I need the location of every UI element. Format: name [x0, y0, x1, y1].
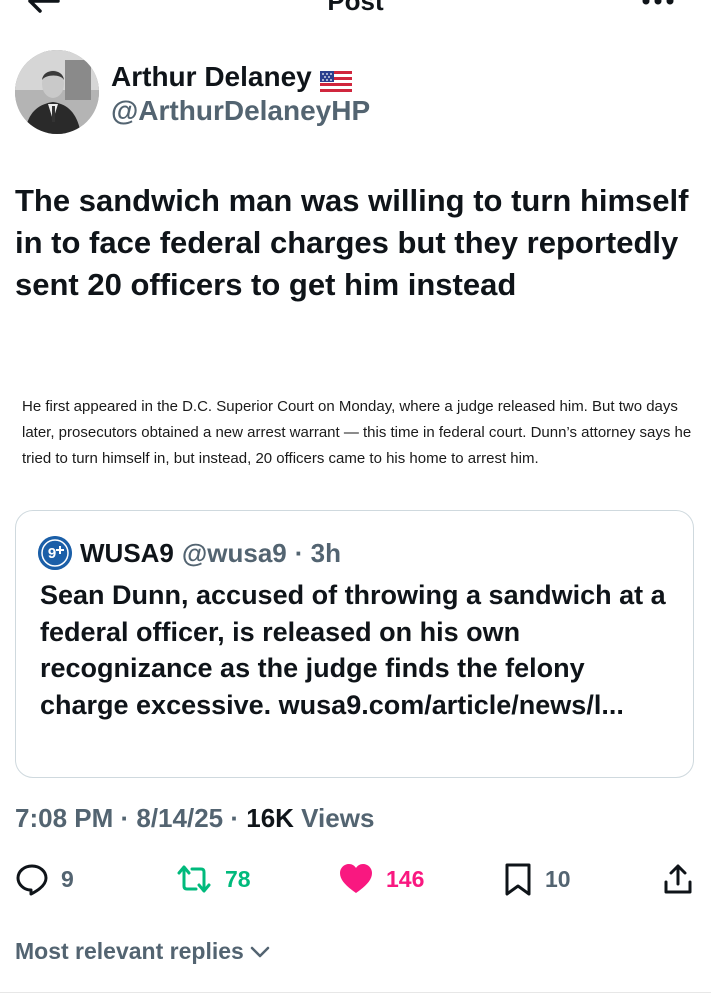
top-bar: Post: [0, 0, 711, 20]
author-name[interactable]: Arthur Delaney: [111, 61, 352, 93]
quoted-author-handle: @wusa9: [181, 537, 287, 568]
views-label[interactable]: Views: [294, 803, 374, 833]
repost-button[interactable]: 78: [175, 860, 251, 898]
quoted-post-text: Sean Dunn, accused of throwing a sandwic…: [40, 580, 666, 720]
post-date: 8/14/25: [136, 803, 224, 833]
meta-separator: ·: [113, 803, 137, 833]
like-count: 146: [386, 865, 425, 892]
share-icon[interactable]: [662, 862, 694, 896]
attached-text-image[interactable]: He first appeared in the D.C. Superior C…: [22, 394, 698, 472]
author-name-text[interactable]: Arthur Delaney: [111, 61, 312, 93]
chevron-down-icon[interactable]: [250, 938, 270, 965]
share-button[interactable]: [662, 860, 694, 898]
views-count[interactable]: 16K: [246, 803, 294, 833]
us-flag-icon: [319, 67, 352, 92]
bookmark-button[interactable]: 10: [503, 860, 571, 898]
reply-count: 9: [61, 865, 74, 892]
bookmark-count: 10: [545, 865, 571, 892]
divider: [0, 992, 711, 993]
page-title: Post: [327, 0, 384, 16]
bookmark-icon[interactable]: [503, 862, 533, 896]
like-button[interactable]: 146: [338, 860, 424, 898]
author-handle[interactable]: @ArthurDelaneyHP: [111, 95, 370, 127]
post-page: Post Arthur Delaney @ArthurDelaneyHP The…: [0, 0, 711, 1000]
reply-icon[interactable]: [15, 862, 49, 896]
repost-icon[interactable]: [175, 862, 213, 896]
post-meta: 7:08 PM · 8/14/25 · 16K Views: [15, 802, 374, 834]
reply-button[interactable]: 9: [15, 860, 74, 898]
action-bar: 9 78 146 10: [0, 860, 711, 900]
replies-sort-dropdown[interactable]: Most relevant replies: [15, 934, 270, 968]
repost-count: 78: [225, 865, 251, 892]
more-dots-icon[interactable]: [641, 0, 675, 6]
avatar[interactable]: [15, 50, 99, 134]
quoted-post[interactable]: 9 WUSA9 @wusa9 · 3h Sean Dunn, accused o…: [15, 510, 694, 778]
tweet-text: The sandwich man was willing to turn him…: [15, 183, 689, 302]
heart-icon[interactable]: [338, 862, 374, 896]
quoted-author-name: WUSA9: [80, 537, 174, 568]
post-time: 7:08 PM: [15, 803, 114, 833]
quoted-avatar-logo: 9: [48, 545, 56, 562]
quoted-post-header: 9 WUSA9 @wusa9 · 3h: [38, 536, 341, 570]
replies-sort-label[interactable]: Most relevant replies: [15, 938, 244, 965]
meta-separator: ·: [223, 803, 247, 833]
quoted-post-time: · 3h: [294, 537, 341, 568]
quoted-avatar: 9: [38, 536, 72, 570]
